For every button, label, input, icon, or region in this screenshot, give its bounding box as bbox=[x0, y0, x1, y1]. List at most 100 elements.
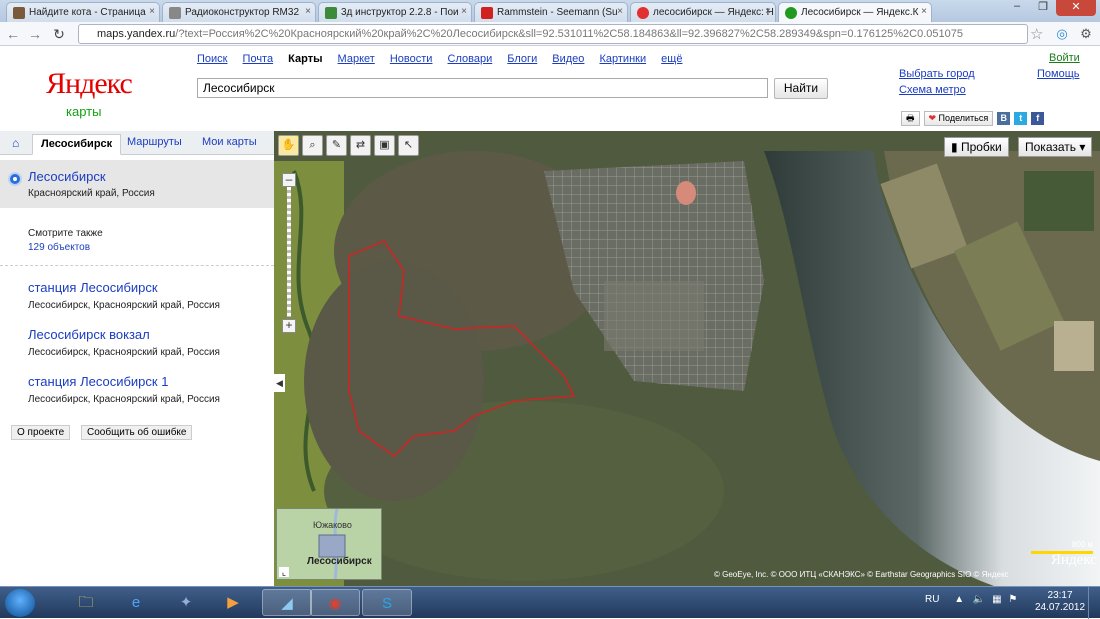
volume-icon[interactable]: 🔈 bbox=[973, 594, 985, 605]
print-icon[interactable]: 🖶 bbox=[901, 110, 920, 126]
choose-city-link[interactable]: Выбрать город bbox=[899, 68, 975, 80]
minimap-toggle-icon[interactable]: ⌞ bbox=[279, 567, 289, 577]
internet-explorer-icon[interactable]: e bbox=[118, 589, 154, 616]
share-icon: ❤ bbox=[928, 112, 939, 123]
ruler-icon[interactable]: ✎ bbox=[326, 135, 347, 156]
collapse-sidebar-icon[interactable]: ◀ bbox=[274, 374, 285, 392]
about-project-button[interactable]: О проекте bbox=[11, 425, 71, 440]
tray-arrow-icon[interactable]: ▲ bbox=[954, 594, 964, 605]
zoom-slider-track[interactable] bbox=[287, 187, 291, 317]
maximize-icon[interactable]: ❐ bbox=[1030, 0, 1056, 16]
tab-title: Лесосибирск — Яндекс.К bbox=[801, 7, 919, 18]
report-error-button[interactable]: Сообщить об ошибке bbox=[81, 425, 193, 440]
selected-result-title[interactable]: Лесосибирск bbox=[28, 169, 106, 184]
zoom-area-icon[interactable]: ⌕ bbox=[302, 135, 323, 156]
show-layers-button[interactable]: Показать ▾ bbox=[1018, 137, 1093, 157]
metro-map-link[interactable]: Схема метро bbox=[899, 84, 966, 96]
service-link-search[interactable]: Поиск bbox=[197, 53, 227, 65]
browser-tab-2[interactable]: Радиоконструктор RM32 × bbox=[162, 2, 316, 22]
clock[interactable]: 23:17 24.07.2012 bbox=[1035, 590, 1085, 614]
address-bar[interactable]: maps.yandex.ru/?text=Россия%2C%20Красноя… bbox=[78, 24, 1028, 44]
help-link[interactable]: Помощь bbox=[1037, 68, 1080, 80]
tab-lesosibirsk[interactable]: Лесосибирск bbox=[32, 134, 122, 155]
home-icon[interactable]: ⌂ bbox=[12, 136, 19, 150]
sidebar: Лесосибирск Красноярский край, Россия См… bbox=[0, 155, 274, 586]
vkontakte-icon[interactable]: B bbox=[997, 111, 1011, 125]
close-tab-icon[interactable]: × bbox=[149, 6, 155, 17]
result-title-1[interactable]: станция Лесосибирск bbox=[28, 280, 158, 295]
browser-tab-1[interactable]: Найдите кота - Страница × bbox=[6, 2, 160, 22]
service-link-more[interactable]: ещё bbox=[661, 53, 682, 65]
close-tab-icon[interactable]: × bbox=[305, 6, 311, 17]
wrench-icon[interactable]: ⚙ bbox=[1078, 26, 1094, 42]
flag-icon[interactable]: ⚑ bbox=[1008, 594, 1017, 605]
facebook-icon[interactable]: f bbox=[1031, 111, 1045, 125]
service-link-blogs[interactable]: Блоги bbox=[507, 53, 537, 65]
tab-routes[interactable]: Маршруты bbox=[127, 136, 182, 148]
login-link[interactable]: Войти bbox=[1049, 52, 1080, 64]
language-indicator[interactable]: RU bbox=[925, 594, 939, 605]
service-link-news[interactable]: Новости bbox=[390, 53, 433, 65]
system-tray: RU ▲ 🔈 ▦ ⚑ bbox=[925, 594, 1017, 605]
tab-my-maps[interactable]: Мои карты bbox=[202, 136, 257, 148]
window-controls: – ❐ ✕ bbox=[1004, 0, 1096, 18]
tab-favicon-icon bbox=[325, 7, 337, 19]
skype-icon[interactable]: S bbox=[362, 589, 412, 616]
close-window-icon[interactable]: ✕ bbox=[1056, 0, 1096, 16]
selected-result-subtitle: Красноярский край, Россия bbox=[28, 188, 155, 199]
map-yandex-logo: Яндекс bbox=[1051, 552, 1097, 568]
result-title-3[interactable]: станция Лесосибирск 1 bbox=[28, 374, 168, 389]
chrome-icon[interactable]: ◉ bbox=[310, 589, 360, 616]
browser-tab-3[interactable]: 3д инструктор 2.2.8 - Пои × bbox=[318, 2, 472, 22]
browser-tab-5[interactable]: лесосибирск — Яндекс: Н × bbox=[630, 2, 776, 22]
close-tab-icon[interactable]: × bbox=[461, 6, 467, 17]
close-tab-icon[interactable]: × bbox=[765, 6, 771, 17]
close-tab-icon[interactable]: × bbox=[921, 6, 927, 17]
traffic-label: Пробки bbox=[960, 140, 1002, 154]
close-tab-icon[interactable]: × bbox=[617, 6, 623, 17]
taskbar-app-3d-icon[interactable]: ◢ bbox=[262, 589, 312, 616]
zoom-in-icon[interactable]: – bbox=[282, 173, 296, 187]
result-title-2[interactable]: Лесосибирск вокзал bbox=[28, 327, 150, 342]
bookmark-star-icon[interactable]: ☆ bbox=[1030, 25, 1043, 43]
start-button[interactable] bbox=[5, 589, 35, 617]
result-subtitle-2: Лесосибирск, Красноярский край, Россия bbox=[28, 347, 220, 358]
browser-tab-active[interactable]: Лесосибирск — Яндекс.К × bbox=[778, 2, 932, 23]
hand-pan-icon[interactable]: ✋ bbox=[278, 135, 299, 156]
yandex-logo[interactable]: Яндекс bbox=[46, 67, 133, 101]
forward-arrow-icon[interactable]: → bbox=[26, 25, 44, 43]
media-player-icon[interactable]: ▶ bbox=[215, 589, 251, 616]
media-center-icon[interactable]: ✦ bbox=[168, 589, 204, 616]
share-label: Поделиться bbox=[938, 112, 989, 123]
cursor-icon[interactable]: ↖ bbox=[398, 135, 419, 156]
see-also-count-link[interactable]: 129 объектов bbox=[28, 242, 90, 253]
reload-icon[interactable]: ↻ bbox=[50, 25, 68, 43]
route-icon[interactable]: ⇄ bbox=[350, 135, 371, 156]
tab-favicon-icon bbox=[13, 7, 25, 19]
show-desktop-button[interactable] bbox=[1088, 587, 1100, 619]
twitter-icon[interactable]: t bbox=[1014, 111, 1028, 125]
network-icon[interactable]: ▦ bbox=[992, 594, 1001, 605]
service-link-dictionaries[interactable]: Словари bbox=[448, 53, 493, 65]
url-path: /?text=Россия%2C%20Красноярский%20край%2… bbox=[175, 28, 963, 40]
search-input[interactable]: Лесосибирск bbox=[197, 78, 768, 98]
service-link-market[interactable]: Маркет bbox=[338, 53, 375, 65]
clock-time: 23:17 bbox=[1047, 590, 1073, 601]
find-button[interactable]: Найти bbox=[774, 78, 828, 99]
zoom-out-icon[interactable]: + bbox=[282, 319, 296, 333]
selected-result[interactable]: Лесосибирск Красноярский край, Россия bbox=[0, 160, 274, 208]
service-link-mail[interactable]: Почта bbox=[243, 53, 274, 65]
browser-tab-4[interactable]: Rammstein - Seemann (Su × bbox=[474, 2, 628, 22]
explorer-icon[interactable]: 🗀 bbox=[68, 589, 104, 616]
service-link-images[interactable]: Картинки bbox=[599, 53, 646, 65]
service-link-video[interactable]: Видео bbox=[552, 53, 584, 65]
traffic-button[interactable]: ▮ Пробки bbox=[944, 137, 1009, 157]
back-arrow-icon[interactable]: ← bbox=[4, 25, 22, 43]
layers-icon[interactable]: ▣ bbox=[374, 135, 395, 156]
satellite-map[interactable]: ✋ ⌕ ✎ ⇄ ▣ ↖ ▮ Пробки Показать ▾ – + ◀ Юж… bbox=[274, 131, 1100, 586]
extension-icon[interactable]: ◎ bbox=[1054, 26, 1070, 42]
minimize-icon[interactable]: – bbox=[1004, 0, 1030, 16]
share-button[interactable]: ❤ Поделиться bbox=[923, 110, 994, 126]
clock-date: 24.07.2012 bbox=[1035, 602, 1086, 613]
overview-minimap[interactable]: Южаково Лесосибирск ⌞ bbox=[276, 508, 382, 580]
